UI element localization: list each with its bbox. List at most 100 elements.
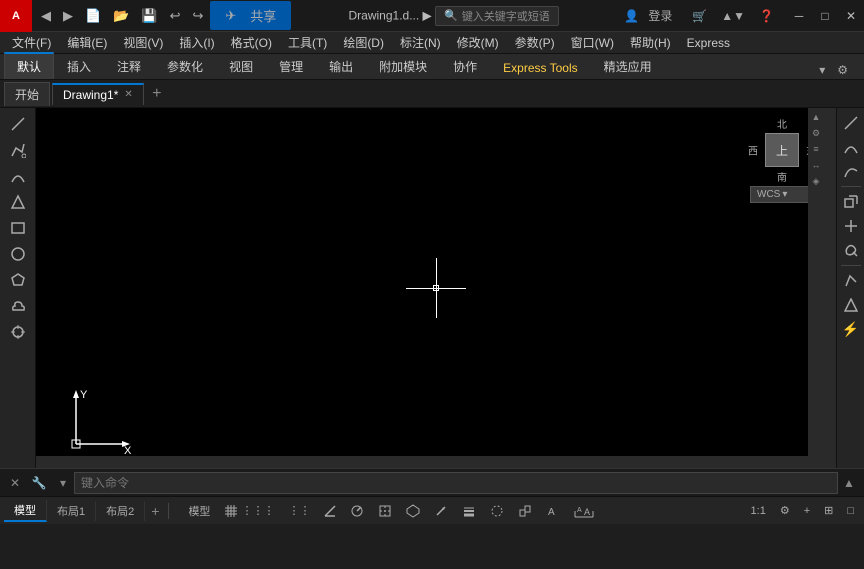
title-more[interactable]: 🛒 xyxy=(686,7,713,25)
start-tab[interactable]: 开始 xyxy=(4,82,50,106)
status-3d[interactable] xyxy=(400,502,426,520)
cmd-close-btn[interactable]: ✕ xyxy=(4,472,26,494)
menu-params[interactable]: 参数(P) xyxy=(507,32,563,53)
menu-tools[interactable]: 工具(T) xyxy=(280,32,335,53)
status-annotation[interactable]: A xyxy=(540,502,566,520)
quick-access-open[interactable]: 📂 xyxy=(108,6,134,26)
rt-tool-5[interactable] xyxy=(839,215,863,237)
menu-insert[interactable]: 插入(I) xyxy=(171,32,222,53)
login-button[interactable]: 👤 登录 xyxy=(618,5,684,26)
close-button[interactable]: ✕ xyxy=(838,0,864,32)
ribbon-settings[interactable]: ⚙ xyxy=(833,61,852,79)
tab-addons[interactable]: 附加模块 xyxy=(366,52,440,79)
tool-cloud[interactable] xyxy=(3,294,33,318)
quick-access-save[interactable]: 💾 xyxy=(136,6,162,26)
quick-access-new[interactable]: 📄 xyxy=(80,6,106,26)
menu-file[interactable]: 文件(F) xyxy=(4,32,59,53)
tab-express-tools[interactable]: Express Tools xyxy=(490,55,590,79)
status-dynamic[interactable] xyxy=(428,502,454,520)
minimize-button[interactable]: ─ xyxy=(786,0,812,32)
tab-view[interactable]: 视图 xyxy=(216,52,266,79)
ribbon-expand[interactable]: ▾ xyxy=(815,61,829,79)
restore-button[interactable]: □ xyxy=(812,0,838,32)
status-model[interactable]: 模型 xyxy=(182,501,216,521)
quick-access-undo[interactable]: ↩ xyxy=(165,6,186,26)
status-add[interactable]: + xyxy=(798,503,816,519)
horizontal-scrollbar[interactable] xyxy=(36,456,824,468)
panel-btn-3[interactable]: ≡ xyxy=(809,142,823,156)
panel-btn-1[interactable]: ▲ xyxy=(809,110,823,124)
tool-arc[interactable] xyxy=(3,164,33,188)
tab-output[interactable]: 输出 xyxy=(316,52,366,79)
command-input[interactable] xyxy=(74,472,838,494)
rt-tool-6[interactable] xyxy=(839,239,863,261)
tab-featured[interactable]: 精选应用 xyxy=(591,52,665,79)
menu-view[interactable]: 视图(V) xyxy=(115,32,171,53)
menu-express[interactable]: Express xyxy=(679,34,738,52)
panel-btn-4[interactable]: ↔ xyxy=(809,158,823,172)
status-selection[interactable] xyxy=(512,502,538,520)
status-snap[interactable]: ⋮⋮ xyxy=(282,502,316,519)
tab-layout2[interactable]: 布局2 xyxy=(96,501,145,521)
rt-tool-7[interactable] xyxy=(839,270,863,292)
drawing1-tab[interactable]: Drawing1* ✕ xyxy=(52,83,144,105)
status-grid[interactable]: ⋮⋮⋮ xyxy=(218,502,280,520)
quick-access-redo[interactable]: ↪ xyxy=(187,6,208,26)
tool-polyline[interactable] xyxy=(3,138,33,162)
status-annotation-scale[interactable]: AA xyxy=(568,502,600,520)
tab-layout1[interactable]: 布局1 xyxy=(47,501,96,521)
rt-tool-1[interactable] xyxy=(839,112,863,134)
tab-parametric[interactable]: 参数化 xyxy=(154,52,216,79)
status-grid-view[interactable]: ⊞ xyxy=(818,502,839,519)
canvas-area[interactable]: 北 南 西 东 上 WCS ▾ Y xyxy=(36,108,836,468)
status-settings-gear[interactable]: ⚙ xyxy=(774,502,796,519)
rt-tool-4[interactable] xyxy=(839,191,863,213)
title-tools[interactable]: ▲▼ xyxy=(715,7,751,25)
rt-tool-3[interactable] xyxy=(839,160,863,182)
menu-dimension[interactable]: 标注(N) xyxy=(392,32,449,53)
tool-circle[interactable] xyxy=(3,242,33,266)
tool-line[interactable] xyxy=(3,112,33,136)
cmd-wrench-btn[interactable]: 🔧 xyxy=(28,472,50,494)
help-button[interactable]: ❓ xyxy=(753,7,780,25)
tab-insert[interactable]: 插入 xyxy=(54,52,104,79)
menu-help[interactable]: 帮助(H) xyxy=(622,32,679,53)
status-osnap[interactable] xyxy=(372,502,398,520)
tab-model[interactable]: 模型 xyxy=(4,500,47,522)
tab-manage[interactable]: 管理 xyxy=(266,52,316,79)
tab-default[interactable]: 默认 xyxy=(4,52,54,79)
vertical-scrollbar[interactable] xyxy=(824,108,836,468)
rt-tool-8[interactable] xyxy=(839,294,863,316)
drawing1-tab-close[interactable]: ✕ xyxy=(124,89,132,100)
menu-window[interactable]: 窗口(W) xyxy=(563,32,622,53)
status-scale[interactable]: 1:1 xyxy=(745,503,772,519)
menu-draw[interactable]: 绘图(D) xyxy=(335,32,392,53)
command-expand[interactable]: ▲ xyxy=(838,472,860,494)
panel-btn-2[interactable]: ⚙ xyxy=(809,126,823,140)
share-button[interactable]: ✈ 共享 xyxy=(210,1,291,30)
tool-triangle[interactable] xyxy=(3,190,33,214)
wcs-dropdown[interactable]: ▾ xyxy=(782,189,787,200)
cmd-folder-btn[interactable]: ▾ xyxy=(52,472,74,494)
quick-access-back[interactable]: ◀ xyxy=(36,6,56,26)
tool-crosshair[interactable] xyxy=(3,320,33,344)
viewcube-face[interactable]: 上 xyxy=(765,133,799,167)
quick-access-forward[interactable]: ▶ xyxy=(58,6,78,26)
status-polar[interactable] xyxy=(344,502,370,520)
tool-rectangle[interactable] xyxy=(3,216,33,240)
rt-tool-2[interactable] xyxy=(839,136,863,158)
menu-modify[interactable]: 修改(M) xyxy=(449,32,507,53)
add-layout-btn[interactable]: + xyxy=(145,501,165,521)
status-fullscreen[interactable]: □ xyxy=(841,503,860,519)
menu-edit[interactable]: 编辑(E) xyxy=(59,32,115,53)
tab-annotate[interactable]: 注释 xyxy=(104,52,154,79)
panel-btn-5[interactable]: ◈ xyxy=(809,174,823,188)
rt-tool-lightning[interactable]: ⚡ xyxy=(839,318,863,340)
status-lineweight[interactable] xyxy=(456,502,482,520)
tab-collaborate[interactable]: 协作 xyxy=(440,52,490,79)
tool-polygon[interactable] xyxy=(3,268,33,292)
add-drawing-tab[interactable]: + xyxy=(146,83,168,105)
menu-format[interactable]: 格式(O) xyxy=(223,32,280,53)
status-ortho[interactable] xyxy=(318,503,342,519)
status-transparency[interactable] xyxy=(484,502,510,520)
